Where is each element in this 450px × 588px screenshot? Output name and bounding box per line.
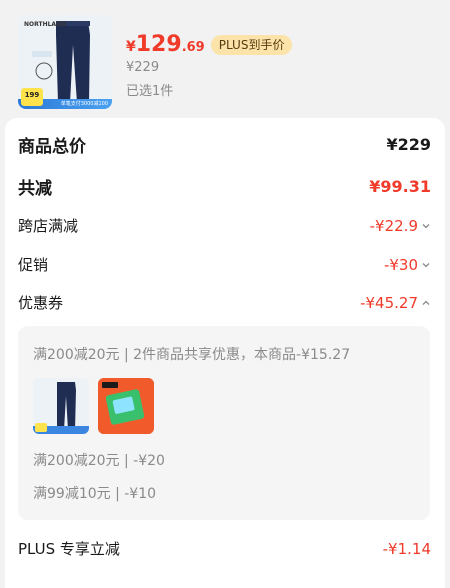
plus-value: -¥1.14 xyxy=(382,539,431,558)
pants-image xyxy=(33,378,89,434)
coupon-row[interactable]: 优惠券 -¥45.27 xyxy=(18,292,431,313)
coupon-detail-line-3: 满99减10元 | -¥10 xyxy=(33,486,157,502)
promo-value: -¥30 xyxy=(383,255,418,274)
total-row: 商品总价 ¥229 xyxy=(18,132,431,157)
price-symbol: ¥ xyxy=(126,39,136,55)
coupon-product-thumb-2[interactable] xyxy=(98,378,154,434)
original-price: ¥229 xyxy=(126,60,160,75)
price-integer: 129 xyxy=(135,32,182,57)
thumbnail-brand: NORTHLAND xyxy=(24,21,67,28)
plus-price-tag: PLUS到手价 xyxy=(210,34,293,55)
cross-store-row[interactable]: 跨店满减 -¥22.9 xyxy=(18,215,431,236)
chevron-down-icon[interactable] xyxy=(421,260,431,270)
coupon-product-thumb-1[interactable] xyxy=(33,378,89,434)
coupon-detail-line-1: 满200减20元 | 2件商品共享优惠，本商品-¥15.27 xyxy=(33,347,351,363)
promo-label: 促销 xyxy=(18,256,49,274)
promo-value-wrap: -¥30 xyxy=(384,256,431,274)
chevron-down-icon[interactable] xyxy=(421,221,431,231)
selected-count: 已选1件 xyxy=(126,84,174,99)
cross-store-label: 跨店满减 xyxy=(18,217,79,235)
plus-row: PLUS 专享立减 -¥1.14 xyxy=(18,538,431,559)
product-box-image xyxy=(98,378,154,434)
coupon-detail-box: 满200减20元 | 2件商品共享优惠，本商品-¥15.27 满200减20元 … xyxy=(18,326,430,520)
cross-store-value-wrap: -¥22.9 xyxy=(370,217,431,235)
reduce-row: 共减 ¥99.31 xyxy=(18,174,431,199)
total-value: ¥229 xyxy=(386,135,431,154)
plus-label: PLUS 专享立减 xyxy=(18,540,120,558)
cross-store-value: -¥22.9 xyxy=(369,216,418,235)
reduce-value: ¥99.31 xyxy=(369,177,431,196)
coupon-label: 优惠券 xyxy=(18,294,64,312)
total-label: 商品总价 xyxy=(18,137,86,157)
product-thumbnail[interactable]: NORTHLAND 单笔支付3000减100 199 xyxy=(18,15,112,109)
product-header: NORTHLAND 单笔支付3000减100 199 ¥ 129 .69 PLU… xyxy=(0,0,450,118)
chevron-up-icon[interactable] xyxy=(421,298,431,308)
coupon-value-wrap: -¥45.27 xyxy=(360,294,431,312)
thumbnail-price-badge: 199 xyxy=(21,88,43,106)
price-decimal: .69 xyxy=(181,40,205,55)
price-breakdown-card: 商品总价 ¥229 共减 ¥99.31 跨店满减 -¥22.9 促销 -¥30 … xyxy=(5,118,445,588)
coupon-detail-line-2: 满200减20元 | -¥20 xyxy=(33,453,165,469)
coupon-value: -¥45.27 xyxy=(360,293,418,312)
reduce-label: 共减 xyxy=(18,179,52,199)
price-row: ¥ 129 .69 PLUS到手价 xyxy=(126,32,293,57)
promo-row[interactable]: 促销 -¥30 xyxy=(18,254,431,275)
